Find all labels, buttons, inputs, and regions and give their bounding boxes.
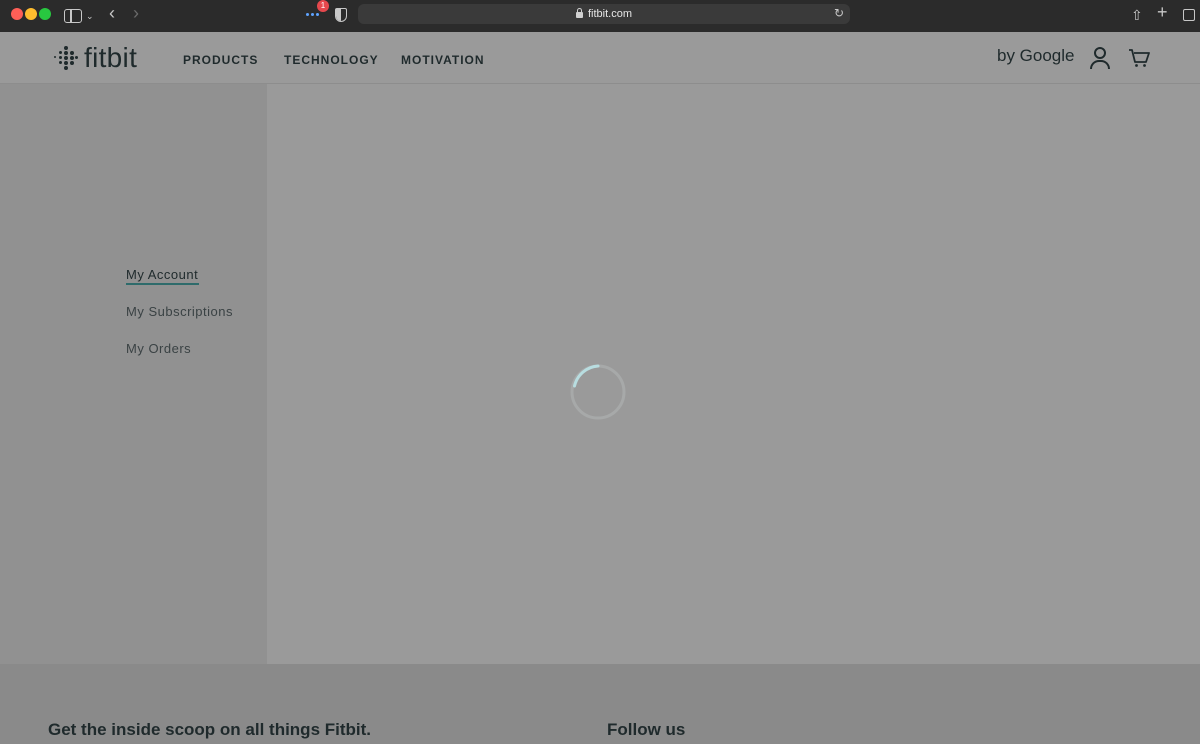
nav-products[interactable]: PRODUCTS (183, 53, 258, 67)
minimize-window-button[interactable] (25, 8, 37, 20)
extension-badge: 1 (317, 0, 329, 12)
extension-icon[interactable]: 1 (306, 0, 329, 24)
fitbit-logo[interactable]: fitbit (54, 44, 137, 72)
follow-us-heading: Follow us (607, 720, 686, 739)
chevron-down-icon[interactable]: ⌄ (86, 6, 94, 26)
tab-overview-icon[interactable] (1183, 9, 1195, 21)
logo-text: fitbit (84, 42, 138, 73)
forward-icon[interactable]: › (133, 3, 139, 23)
share-icon[interactable]: ⇧ (1131, 5, 1143, 25)
sidebar-item-my-orders[interactable]: My Orders (126, 341, 191, 356)
zoom-window-button[interactable] (39, 8, 51, 20)
nav-motivation[interactable]: MOTIVATION (401, 53, 485, 67)
nav-technology[interactable]: TECHNOLOGY (284, 53, 379, 67)
back-icon[interactable]: ‹ (109, 3, 115, 23)
reload-icon[interactable]: ↻ (834, 6, 844, 20)
loading-spinner-icon (570, 364, 626, 420)
cart-icon[interactable] (1128, 48, 1150, 68)
new-tab-icon[interactable]: + (1157, 2, 1168, 22)
sidebar-item-my-account[interactable]: My Account (126, 267, 198, 282)
privacy-shield-icon[interactable] (335, 8, 347, 22)
active-indicator (126, 283, 199, 285)
site-footer: Get the inside scoop on all things Fitbi… (0, 664, 1200, 744)
url-text: fitbit.com (587, 8, 632, 20)
fitbit-dots-icon (54, 46, 78, 70)
browser-toolbar: ⌄ ‹ › 1 fitbit.com ↻ ⇧ + (0, 0, 1200, 32)
address-bar[interactable]: fitbit.com ↻ (358, 4, 850, 24)
by-google-brand[interactable]: by Google (997, 46, 1075, 66)
lock-icon (575, 8, 583, 18)
newsletter-heading: Get the inside scoop on all things Fitbi… (48, 720, 372, 739)
account-sidebar (0, 84, 267, 664)
account-icon[interactable] (1090, 47, 1110, 69)
main-content (267, 84, 1200, 664)
sidebar-item-my-subscriptions[interactable]: My Subscriptions (126, 304, 233, 319)
site-header: fitbit PRODUCTS TECHNOLOGY MOTIVATION by… (0, 32, 1200, 84)
sidebar-toggle-icon[interactable] (64, 9, 82, 23)
close-window-button[interactable] (11, 8, 23, 20)
